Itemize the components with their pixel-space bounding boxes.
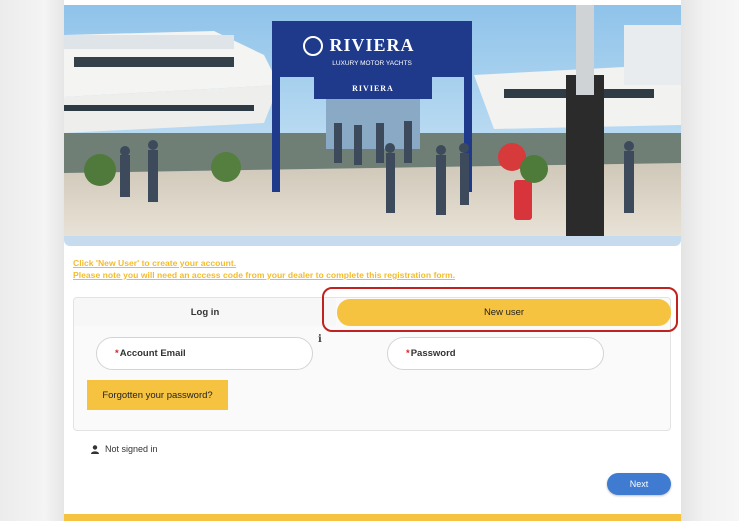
footer-band xyxy=(64,514,681,521)
hero-bottom-band xyxy=(64,236,681,246)
hero-image: RIVIERA LUXURY MOTOR YACHTS RIVIERA xyxy=(64,5,681,236)
info-icon[interactable]: i xyxy=(318,334,322,345)
brand-tagline: LUXURY MOTOR YACHTS xyxy=(332,60,412,67)
next-button[interactable]: Next xyxy=(607,473,671,495)
brand-name: RIVIERA xyxy=(329,35,414,55)
booth-sign: RIVIERA xyxy=(352,84,394,93)
registration-card: RIVIERA LUXURY MOTOR YACHTS RIVIERA Clic… xyxy=(64,0,681,521)
required-marker: * xyxy=(115,348,119,359)
password-label: Password xyxy=(410,348,456,359)
new-user-highlight-box xyxy=(322,287,678,332)
marina-photo: RIVIERA LUXURY MOTOR YACHTS RIVIERA xyxy=(64,5,681,236)
page-margin-left xyxy=(0,0,64,521)
page-margin-right xyxy=(681,0,739,521)
sign-in-status-text: Not signed in xyxy=(105,444,158,454)
account-email-label: Account Email xyxy=(119,348,186,359)
new-user-instruction: Click 'New User' to create your account. xyxy=(73,258,237,268)
access-code-notice: Please note you will need an access code… xyxy=(73,270,456,280)
password-field[interactable]: * Password xyxy=(387,337,604,370)
required-marker: * xyxy=(406,348,410,359)
sign-in-status: Not signed in xyxy=(91,444,158,454)
user-icon xyxy=(91,444,99,454)
account-email-field[interactable]: * Account Email xyxy=(96,337,313,370)
forgot-password-button[interactable]: Forgotten your password? xyxy=(87,380,228,410)
tab-log-in[interactable]: Log in xyxy=(74,298,336,326)
